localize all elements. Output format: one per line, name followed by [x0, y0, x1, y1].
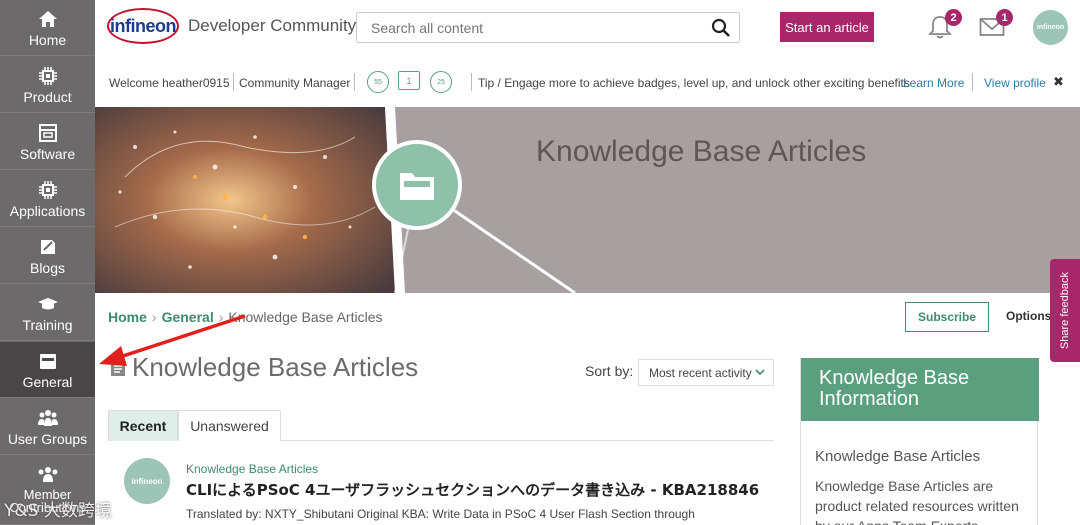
left-sidebar: Home Product Software Applications Blogs — [0, 0, 112, 525]
sidebar-item-home[interactable]: Home — [0, 0, 95, 56]
sidebar-item-blogs[interactable]: Blogs — [0, 228, 95, 284]
sidebar-item-label: Product — [23, 88, 72, 105]
user-role: Community Manager — [239, 76, 351, 90]
chip-icon — [37, 65, 59, 87]
home-icon — [37, 8, 59, 30]
members-icon — [37, 464, 59, 486]
notification-count-badge: 2 — [945, 9, 962, 26]
search-box — [356, 12, 740, 43]
chip-icon — [37, 179, 59, 201]
sidebar-item-applications[interactable]: Applications — [0, 171, 95, 227]
tip-text: Tip / Engage more to achieve badges, lev… — [478, 76, 910, 90]
sidebar-item-label: Applications — [9, 202, 86, 219]
chevron-down-icon — [755, 369, 765, 376]
sidebar-item-general[interactable]: General — [0, 342, 95, 398]
sidebar-item-label: User Groups — [7, 430, 88, 447]
sort-label: Sort by: — [585, 363, 634, 379]
sidebar-item-label: Software — [19, 145, 76, 162]
graduation-cap-icon — [37, 293, 59, 315]
sidebar-item-product[interactable]: Product — [0, 57, 95, 113]
learn-more-link[interactable]: Learn More — [903, 76, 964, 90]
welcome-text: Welcome heather0915 — [109, 76, 230, 90]
rank-badge-value: 55 — [374, 78, 382, 86]
page-title-text: Knowledge Base Articles — [132, 352, 419, 382]
infineon-logo[interactable]: infineon — [107, 8, 179, 44]
watermark-text: Y&S 大数跨境 — [4, 501, 112, 521]
info-panel-subheading: Knowledge Base Articles — [815, 448, 981, 465]
user-avatar[interactable]: infineon — [1033, 10, 1068, 45]
rank-badge-icon[interactable]: 55 — [367, 71, 389, 93]
knowledge-base-folder-icon — [372, 140, 462, 230]
sidebar-item-label: General — [22, 373, 73, 390]
community-brand: Developer Community — [188, 16, 357, 35]
divider — [354, 73, 355, 91]
software-icon — [37, 122, 59, 144]
share-feedback-tab[interactable]: Share feedback — [1050, 259, 1080, 362]
search-icon[interactable] — [711, 18, 731, 38]
sidebar-item-software[interactable]: Software — [0, 114, 95, 170]
banner-title: Knowledge Base Articles — [536, 135, 867, 168]
options-menu[interactable]: Options — [1006, 309, 1051, 323]
divider — [471, 73, 472, 91]
article-author-avatar[interactable]: infineon — [124, 458, 170, 504]
tab-recent[interactable]: Recent — [108, 410, 178, 441]
user-info-bar: Welcome heather0915 Community Manager 55… — [95, 55, 1080, 107]
page: Home Product Software Applications Blogs — [0, 0, 1080, 525]
blog-icon — [37, 236, 59, 258]
avatar-text: infineon — [1036, 24, 1065, 31]
message-badge-value: 1 — [406, 75, 412, 86]
avatar-text: infineon — [131, 476, 163, 486]
breadcrumb-separator: › — [151, 309, 157, 325]
breadcrumb-general[interactable]: General — [162, 309, 214, 325]
search-input[interactable] — [371, 19, 691, 36]
kudos-badge-value: 25 — [437, 78, 445, 86]
document-icon — [111, 360, 125, 376]
article-title-link[interactable]: CLIによるPSoC 4ユーザフラッシュセクションへのデータ書き込み - KBA… — [186, 479, 759, 500]
sidebar-item-label: Training — [22, 316, 73, 333]
breadcrumb-current: Knowledge Base Articles — [228, 309, 383, 325]
article-excerpt: Translated by: NXTY_Shibutani Original K… — [186, 507, 695, 521]
kudos-badge-icon[interactable]: 25 — [430, 71, 452, 93]
sort-value: Most recent activity — [649, 365, 752, 380]
start-article-button[interactable]: Start an article — [780, 12, 874, 42]
users-icon — [37, 407, 59, 429]
top-header: infineon Developer Community Start an ar… — [95, 0, 1080, 55]
view-profile-link[interactable]: View profile — [984, 76, 1046, 90]
hero-banner: Knowledge Base Articles — [95, 107, 1080, 293]
divider — [233, 73, 234, 91]
info-panel-heading: Knowledge Base Information — [801, 358, 1039, 421]
mail-count-badge: 1 — [996, 9, 1013, 26]
logo-text: infineon — [110, 15, 177, 36]
sidebar-item-label: Home — [28, 31, 67, 48]
breadcrumb-home[interactable]: Home — [108, 309, 147, 325]
info-panel-text: Knowledge Base Articles are product rela… — [815, 478, 1019, 525]
knowledge-base-info-panel: Knowledge Base Information Knowledge Bas… — [800, 358, 1039, 525]
article-category-link[interactable]: Knowledge Base Articles — [186, 462, 318, 476]
page-title: Knowledge Base Articles — [108, 352, 418, 383]
breadcrumb-separator: › — [218, 309, 224, 325]
sidebar-item-user-groups[interactable]: User Groups — [0, 399, 95, 455]
sidebar-item-training[interactable]: Training — [0, 285, 95, 341]
article-tabs: Recent Unanswered — [108, 410, 774, 441]
sort-dropdown[interactable]: Most recent activity — [638, 359, 774, 386]
sidebar-item-label: Blogs — [29, 259, 66, 276]
tab-unanswered[interactable]: Unanswered — [178, 410, 281, 441]
subscribe-button[interactable]: Subscribe — [905, 302, 989, 332]
message-badge-icon[interactable]: 1 — [398, 71, 420, 90]
folder-icon — [37, 350, 59, 372]
share-feedback-label: Share feedback — [1059, 271, 1071, 350]
divider — [972, 73, 973, 91]
close-icon[interactable]: ✖ — [1053, 74, 1064, 90]
breadcrumb: Home › General › Knowledge Base Articles — [108, 309, 382, 325]
